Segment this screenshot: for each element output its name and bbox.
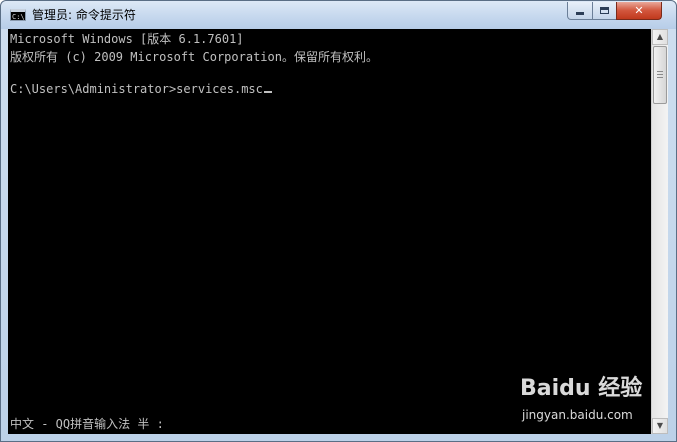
- close-button[interactable]: ✕: [616, 2, 662, 20]
- minimize-icon: [576, 12, 584, 15]
- console-line-version: Microsoft Windows [版本 6.1.7601]: [10, 32, 244, 46]
- watermark-url: jingyan.baidu.com: [522, 408, 633, 422]
- thumb-grip-line: [657, 71, 663, 72]
- minimize-button[interactable]: [567, 2, 593, 20]
- chevron-down-icon: ▼: [656, 421, 664, 430]
- title-bar[interactable]: C:\ 管理员: 命令提示符 ✕: [1, 1, 676, 29]
- scroll-thumb[interactable]: [653, 46, 667, 104]
- scroll-down-button[interactable]: ▼: [652, 418, 668, 434]
- maximize-icon: [600, 7, 609, 14]
- command-prompt-text: C:\Users\Administrator>services.msc: [10, 82, 263, 96]
- baidu-jingyan-watermark: Baidu 经验 jingyan.baidu.com: [520, 370, 650, 430]
- text-cursor: [263, 91, 272, 93]
- chevron-up-icon: ▲: [656, 32, 664, 41]
- watermark-logo: Baidu 经验: [520, 376, 643, 401]
- thumb-grip-line: [657, 77, 663, 78]
- close-icon: ✕: [634, 4, 644, 17]
- vertical-scrollbar[interactable]: ▲ ▼: [651, 29, 668, 434]
- cmd-app-icon[interactable]: C:\: [10, 9, 26, 21]
- scroll-up-button[interactable]: ▲: [652, 29, 668, 45]
- console-line-copyright: 版权所有 (c) 2009 Microsoft Corporation。保留所有…: [10, 50, 378, 64]
- window-title: 管理员: 命令提示符: [32, 8, 136, 22]
- ime-status-bar: 中文 - QQ拼音输入法 半 :: [10, 417, 164, 431]
- console-line-prompt: C:\Users\Administrator>services.msc: [10, 82, 272, 96]
- thumb-grip-line: [657, 74, 663, 75]
- maximize-button[interactable]: [592, 2, 617, 20]
